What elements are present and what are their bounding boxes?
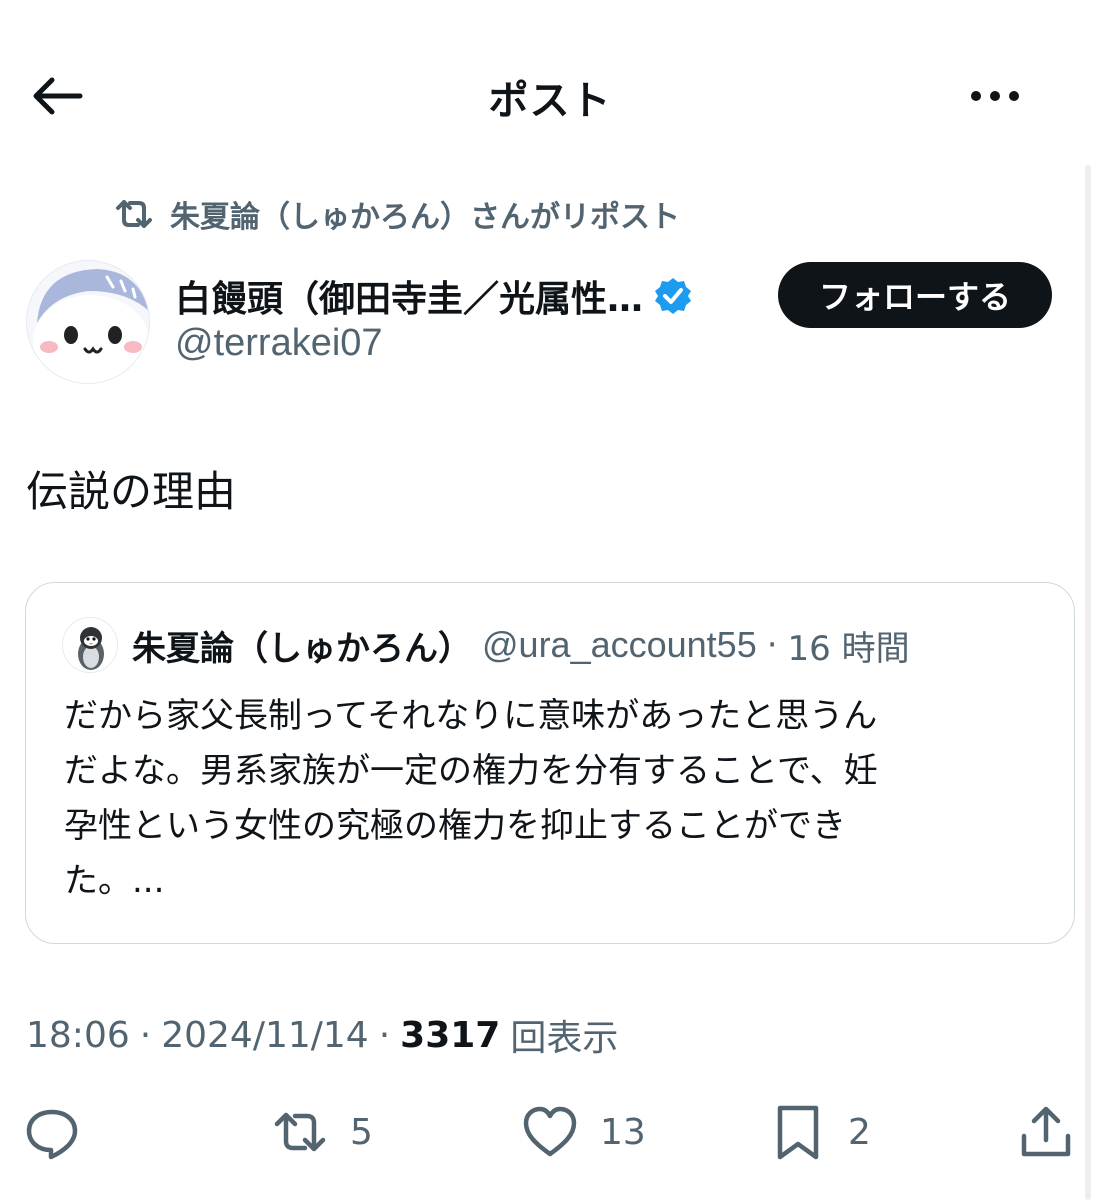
view-count-label: 回表示: [510, 1018, 619, 1059]
post-time: 18:06: [26, 1014, 130, 1056]
reply-icon: [26, 1109, 78, 1160]
scrollbar[interactable]: [1085, 165, 1091, 1200]
like-count: 13: [600, 1111, 646, 1153]
more-options-button[interactable]: [960, 78, 1030, 114]
meta-separator: ·: [378, 1014, 391, 1056]
view-count: 3317: [400, 1014, 501, 1056]
top-bar: ポスト: [0, 50, 1100, 140]
bookmark-icon: [777, 1105, 819, 1160]
reply-button[interactable]: [24, 1100, 102, 1164]
author-name-row[interactable]: 白饅頭（御田寺圭／光属性…: [175, 268, 693, 324]
post-meta: 18:06 · 2024/11/14 · 3317 回表示: [26, 1010, 618, 1060]
bookmark-count: 2: [848, 1111, 871, 1153]
quoted-separator: ·: [766, 625, 778, 665]
repost-icon: [274, 1112, 326, 1152]
quoted-post-card[interactable]: 朱夏論（しゅかろん） @ura_account55 · 16 時間 だから家父長…: [25, 582, 1075, 944]
follow-button[interactable]: フォローする: [778, 262, 1052, 328]
more-dot-icon: [971, 91, 981, 101]
repost-indicator[interactable]: 朱夏論（しゅかろん）さんがリポスト: [112, 192, 680, 236]
page-title: ポスト: [488, 78, 612, 124]
meta-separator: ·: [139, 1014, 152, 1056]
avatar-image: [27, 261, 149, 383]
repost-icon: [116, 200, 152, 228]
author-avatar[interactable]: [26, 260, 150, 384]
share-button[interactable]: [1018, 1100, 1074, 1164]
post-date: 2024/11/14: [161, 1014, 369, 1056]
post-text: 伝説の理由: [26, 467, 237, 516]
like-button[interactable]: 13: [522, 1100, 646, 1164]
quoted-post-header: 朱夏論（しゅかろん） @ura_account55 · 16 時間: [62, 617, 910, 673]
repost-text: 朱夏論（しゅかろん）さんがリポスト: [170, 200, 680, 235]
quoted-post-text: だから家父長制ってそれなりに意味があったと思うん だよな。男系家族が一定の権力を…: [64, 696, 878, 901]
repost-button[interactable]: 5: [272, 1100, 373, 1164]
share-icon: [1021, 1106, 1071, 1157]
bookmark-button[interactable]: 2: [770, 1100, 871, 1164]
quoted-author-handle: @ura_account55: [482, 624, 757, 665]
quoted-author-avatar[interactable]: [62, 617, 118, 673]
heart-icon: [523, 1106, 577, 1157]
quoted-author-name: 朱夏論（しゅかろん）: [132, 628, 472, 669]
action-bar: 5 13 2: [0, 1100, 1100, 1164]
author-handle[interactable]: @terrakei07: [175, 322, 383, 365]
author-name: 白饅頭（御田寺圭／光属性…: [175, 279, 644, 320]
verified-badge-icon: [655, 278, 692, 314]
more-dot-icon: [990, 91, 1000, 101]
quoted-post-time: 16 時間: [787, 628, 910, 669]
more-dot-icon: [1009, 91, 1019, 101]
penguin-avatar-image: [63, 618, 117, 672]
repost-count: 5: [350, 1111, 373, 1153]
